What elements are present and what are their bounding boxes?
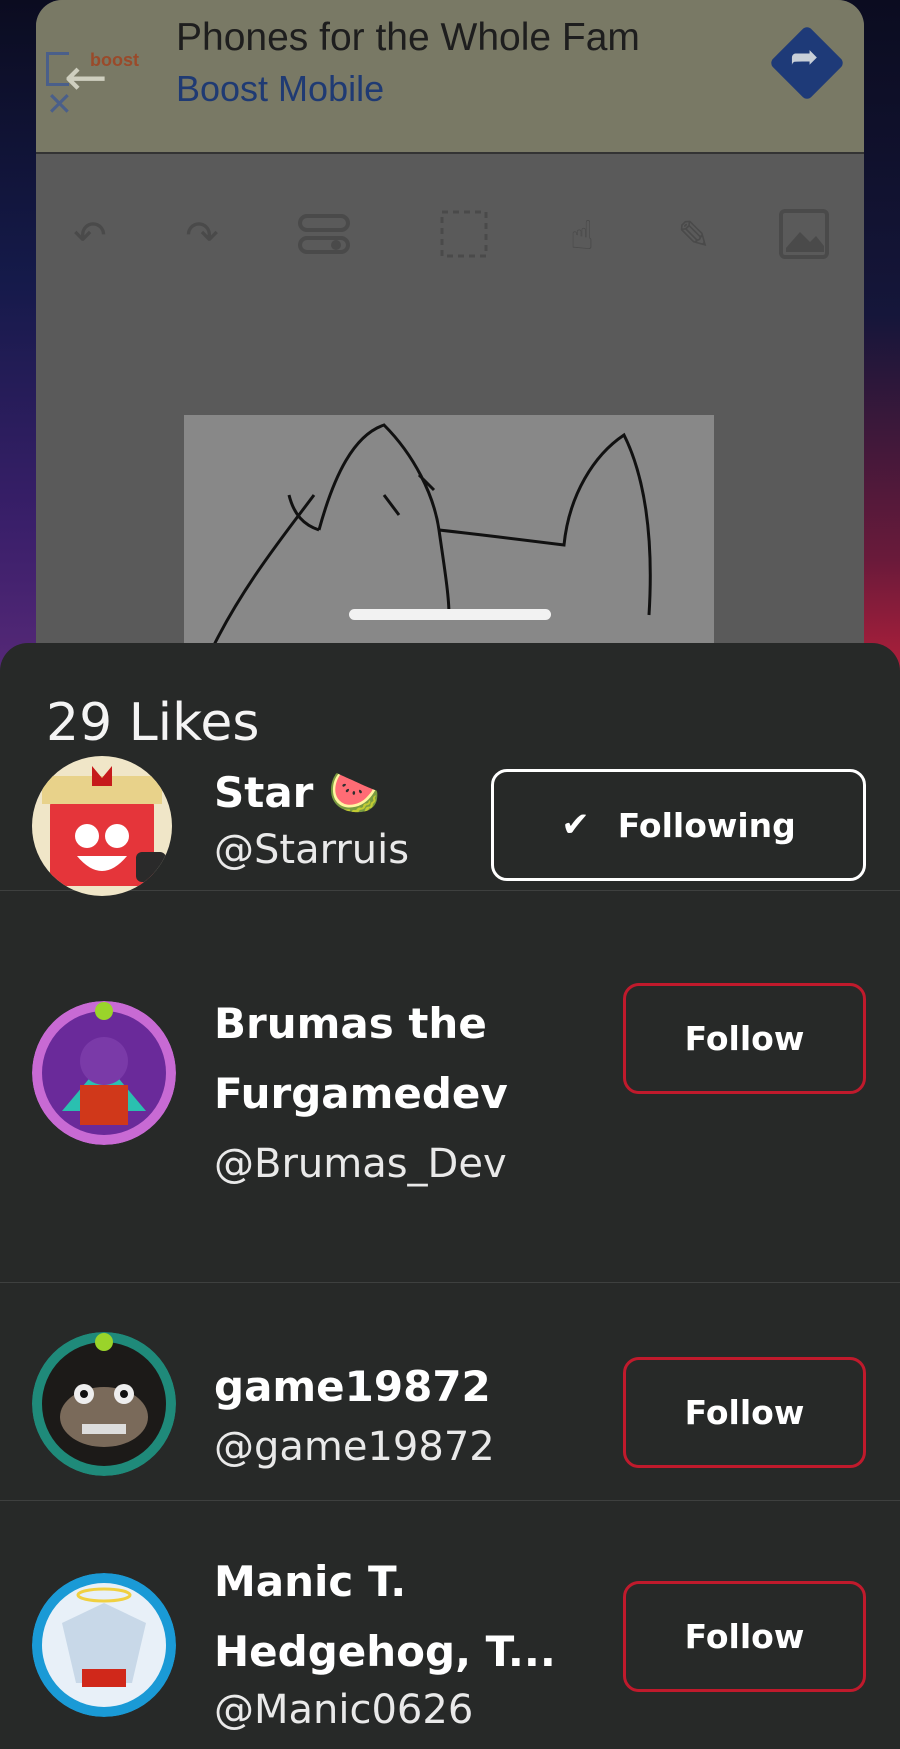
follow-button[interactable]: Follow	[623, 1581, 866, 1692]
avatar[interactable]	[32, 756, 172, 896]
user-name[interactable]: game19872	[214, 1352, 491, 1422]
user-row[interactable]: Manic T. Hedgehog, T... @Manic0626 Follo…	[0, 1501, 900, 1749]
user-row[interactable]: Star 🍉 @Starruis ✔ Following	[0, 756, 900, 896]
avatar[interactable]	[32, 1573, 176, 1717]
user-row[interactable]: Brumas the Furgamedev @Brumas_Dev Follow	[0, 983, 900, 1283]
user-handle[interactable]: @Starruis	[214, 827, 409, 873]
pencil-icon[interactable]: ✎	[666, 208, 722, 264]
directions-arrow-icon[interactable]: ➦	[768, 24, 846, 102]
user-handle[interactable]: @game19872	[214, 1424, 495, 1470]
user-row[interactable]: game19872 @game19872 Follow	[0, 1294, 900, 1501]
user-name-line2: Furgamedev	[214, 1069, 508, 1118]
user-name-line2: Hedgehog, T...	[214, 1627, 556, 1676]
ad-title: Phones for the Whole Fam	[176, 16, 640, 59]
undo-icon[interactable]: ↶	[62, 208, 118, 264]
ad-left-controls: boost ← ✕	[42, 48, 162, 128]
layers-toggle-icon[interactable]	[296, 208, 352, 264]
ad-banner[interactable]: boost ← ✕ Phones for the Whole Fam Boost…	[36, 0, 864, 154]
image-icon[interactable]	[776, 208, 832, 264]
background-app-card: boost ← ✕ Phones for the Whole Fam Boost…	[36, 0, 864, 700]
following-button[interactable]: ✔ Following	[491, 769, 866, 881]
ad-brand: Boost Mobile	[176, 68, 385, 109]
avatar[interactable]	[32, 1332, 176, 1476]
user-name[interactable]: Brumas the Furgamedev	[214, 989, 508, 1129]
redo-icon[interactable]: ↷	[174, 208, 230, 264]
user-handle[interactable]: @Manic0626	[214, 1687, 473, 1733]
user-handle[interactable]: @Brumas_Dev	[214, 1141, 507, 1187]
user-name[interactable]: Star 🍉	[214, 758, 380, 828]
follow-button[interactable]: Follow	[623, 983, 866, 1094]
check-icon: ✔	[561, 805, 590, 845]
user-name-line1: Manic T.	[214, 1557, 407, 1606]
avatar[interactable]	[32, 1001, 176, 1145]
user-name[interactable]: Manic T. Hedgehog, T...	[214, 1547, 556, 1687]
select-icon[interactable]	[436, 208, 492, 264]
close-icon[interactable]: ✕	[46, 88, 73, 120]
follow-button[interactable]: Follow	[623, 1357, 866, 1468]
home-indicator[interactable]	[349, 609, 551, 620]
drawing-toolbar: ↶ ↷ ☝ ✎	[36, 204, 864, 268]
likes-title: 29 Likes	[46, 693, 260, 753]
following-button-label: Following	[617, 805, 796, 845]
user-name-line1: Brumas the	[214, 999, 487, 1048]
likes-sheet: 29 Likes Star 🍉 @Starruis ✔ Following Br…	[0, 643, 900, 1749]
hand-icon[interactable]: ☝	[554, 208, 610, 264]
